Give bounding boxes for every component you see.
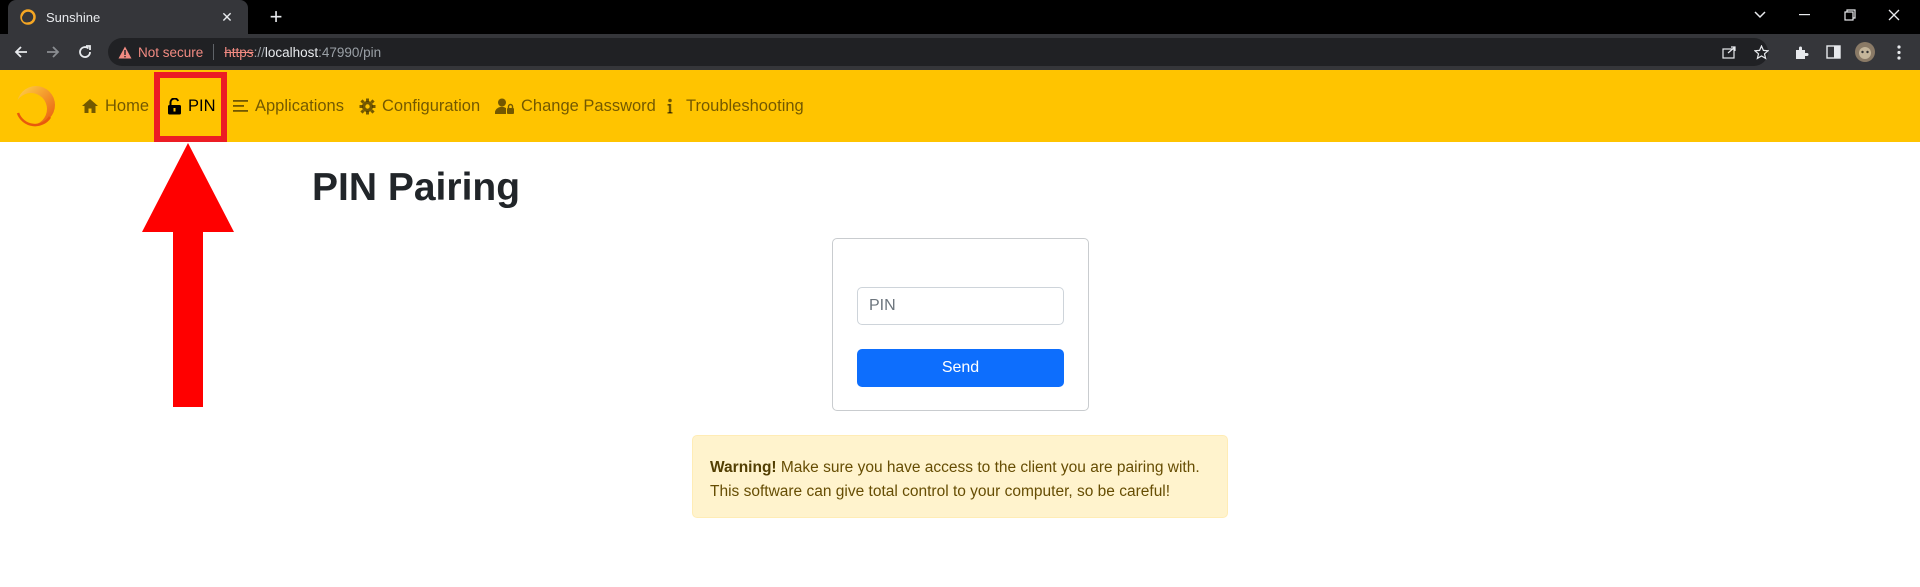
nav-configuration[interactable]: Configuration (359, 92, 480, 120)
extensions-icon[interactable] (1788, 39, 1814, 65)
send-button[interactable]: Send (857, 349, 1064, 387)
browser-toolbar: Not secure https://localhost:47990/pin (0, 34, 1920, 70)
bookmark-star-icon[interactable] (1748, 39, 1774, 65)
pin-input[interactable] (857, 287, 1064, 325)
nav-applications[interactable]: Applications (233, 92, 344, 120)
url-path: :47990/pin (318, 44, 382, 60)
restore-icon[interactable] (1828, 0, 1872, 30)
home-icon (82, 99, 98, 113)
url-host: localhost (264, 44, 319, 60)
warning-text-line1: Make sure you have access to the client … (776, 459, 1200, 476)
back-icon[interactable] (8, 39, 34, 65)
tab-title: Sunshine (46, 9, 101, 25)
warning-alert: Warning! Make sure you have access to th… (692, 435, 1228, 518)
address-divider (213, 44, 215, 60)
new-tab-button[interactable]: + (262, 4, 290, 30)
nav-change-password[interactable]: Change Password (495, 92, 656, 120)
url-scheme: https (224, 44, 254, 60)
user-lock-icon (495, 98, 514, 114)
info-icon (667, 98, 673, 114)
nav-troubleshooting[interactable]: Troubleshooting (664, 92, 804, 120)
address-bar[interactable]: Not secure https://localhost:47990/pin (108, 38, 1768, 66)
browser-menu-icon[interactable] (1886, 39, 1912, 65)
share-icon[interactable] (1716, 39, 1742, 65)
profile-avatar[interactable] (1852, 39, 1878, 65)
nav-change-password-label: Change Password (521, 96, 656, 115)
warning-triangle-icon (118, 46, 132, 58)
page-title: PIN Pairing (312, 166, 521, 209)
gear-icon (359, 98, 376, 114)
nav-applications-label: Applications (255, 96, 344, 115)
browser-tab[interactable]: Sunshine ✕ (8, 0, 248, 34)
close-window-icon[interactable] (1872, 0, 1916, 30)
tab-close-icon[interactable]: ✕ (218, 9, 236, 26)
forward-icon[interactable] (40, 39, 66, 65)
sunshine-favicon-icon (20, 9, 36, 25)
sunshine-logo[interactable] (12, 83, 58, 129)
security-indicator[interactable]: Not secure (118, 45, 203, 60)
reload-icon[interactable] (72, 39, 98, 65)
annotation-highlight-box (154, 72, 227, 142)
warning-text-line2: This software can give total control to … (710, 483, 1171, 500)
nav-troubleshooting-label: Troubleshooting (686, 96, 804, 115)
security-label: Not secure (138, 44, 204, 60)
nav-home-label: Home (105, 96, 150, 115)
annotation-arrow-icon (142, 143, 234, 407)
url-separator: :// (253, 44, 265, 60)
warning-title: Warning! (710, 459, 777, 476)
app-navbar: Home PIN Applications Configuration Chan… (0, 70, 1920, 142)
nav-configuration-label: Configuration (382, 96, 481, 115)
browser-tab-strip: Sunshine ✕ + (0, 0, 1920, 34)
nav-home[interactable]: Home (81, 92, 149, 120)
side-panel-icon[interactable] (1820, 39, 1846, 65)
minimize-icon[interactable] (1782, 0, 1826, 30)
tab-search-icon[interactable] (1738, 0, 1782, 30)
list-icon (233, 100, 248, 112)
